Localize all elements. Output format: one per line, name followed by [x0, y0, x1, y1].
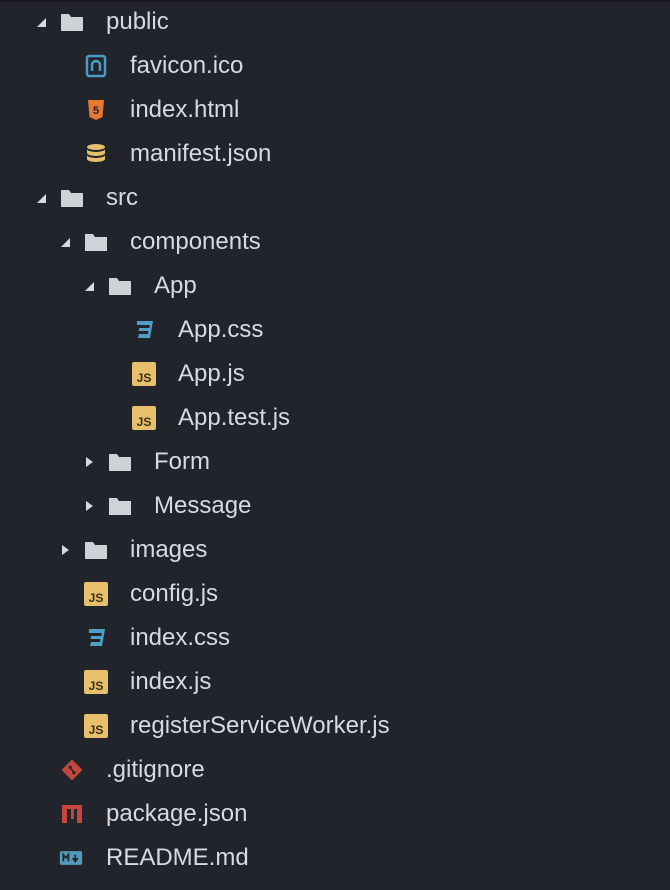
markdown-file-icon [59, 846, 83, 870]
chevron-down-icon[interactable] [58, 235, 72, 249]
javascript-file-icon: JS [84, 582, 108, 606]
tree-file-index-js[interactable]: JS index.js [0, 660, 670, 704]
tree-item-label: index.html [130, 96, 240, 123]
tree-file-gitignore[interactable]: .gitignore [0, 748, 670, 792]
tree-folder-form[interactable]: Form [0, 440, 670, 484]
javascript-file-icon: JS [132, 362, 156, 386]
javascript-file-icon: JS [84, 714, 108, 738]
tree-item-label: Message [154, 492, 252, 519]
tree-item-label: index.css [130, 624, 231, 651]
tree-item-label: public [106, 8, 169, 35]
tree-folder-src[interactable]: src [0, 176, 670, 220]
tree-item-label: App.test.js [178, 404, 291, 431]
chevron-down-icon[interactable] [82, 279, 96, 293]
tree-item-label: manifest.json [130, 140, 272, 167]
tree-file-config-js[interactable]: JS config.js [0, 572, 670, 616]
json-file-icon [84, 142, 108, 166]
chevron-down-icon[interactable] [34, 191, 48, 205]
tree-folder-components[interactable]: components [0, 220, 670, 264]
tree-folder-public[interactable]: public [0, 0, 670, 44]
tree-file-favicon[interactable]: favicon.ico [0, 44, 670, 88]
tree-item-label: package.json [106, 800, 248, 827]
npm-file-icon [60, 802, 84, 826]
folder-icon [108, 494, 132, 518]
tree-folder-images[interactable]: images [0, 528, 670, 572]
tree-file-index-css[interactable]: index.css [0, 616, 670, 660]
tree-file-index-html[interactable]: 5 index.html [0, 88, 670, 132]
tree-file-package-json[interactable]: package.json [0, 792, 670, 836]
tree-item-label: README.md [106, 844, 249, 871]
svg-text:5: 5 [93, 105, 99, 117]
tree-file-register-sw[interactable]: JS registerServiceWorker.js [0, 704, 670, 748]
tree-item-label: .gitignore [106, 756, 205, 783]
tree-folder-app-folder[interactable]: App [0, 264, 670, 308]
tree-item-label: config.js [130, 580, 219, 607]
folder-icon [84, 538, 108, 562]
tree-item-label: src [106, 184, 138, 211]
chevron-down-icon[interactable] [34, 15, 48, 29]
tree-file-manifest[interactable]: manifest.json [0, 132, 670, 176]
tree-item-label: registerServiceWorker.js [130, 712, 390, 739]
tree-item-label: favicon.ico [130, 52, 244, 79]
chevron-right-icon[interactable] [58, 543, 72, 557]
chevron-right-icon[interactable] [82, 455, 96, 469]
tree-item-label: images [130, 536, 208, 563]
tree-item-label: index.js [130, 668, 212, 695]
folder-icon [60, 186, 84, 210]
folder-icon [108, 450, 132, 474]
tree-item-label: Form [154, 448, 210, 475]
chevron-right-icon[interactable] [82, 499, 96, 513]
tree-file-readme[interactable]: README.md [0, 836, 670, 880]
tree-item-label: components [130, 228, 261, 255]
folder-icon [84, 230, 108, 254]
html5-file-icon: 5 [84, 98, 108, 122]
tree-file-app-css[interactable]: App.css [0, 308, 670, 352]
folder-icon [108, 274, 132, 298]
javascript-file-icon: JS [132, 406, 156, 430]
tree-file-app-js[interactable]: JS App.js [0, 352, 670, 396]
css3-file-icon [132, 318, 156, 342]
git-file-icon [60, 758, 84, 782]
tree-item-label: App.js [178, 360, 245, 387]
favicon-file-icon [84, 54, 108, 78]
folder-icon [60, 10, 84, 34]
tree-folder-message[interactable]: Message [0, 484, 670, 528]
css3-file-icon [84, 626, 108, 650]
tree-file-app-test-js[interactable]: JS App.test.js [0, 396, 670, 440]
tree-item-label: App [154, 272, 197, 299]
tree-item-label: App.css [178, 316, 264, 343]
javascript-file-icon: JS [84, 670, 108, 694]
